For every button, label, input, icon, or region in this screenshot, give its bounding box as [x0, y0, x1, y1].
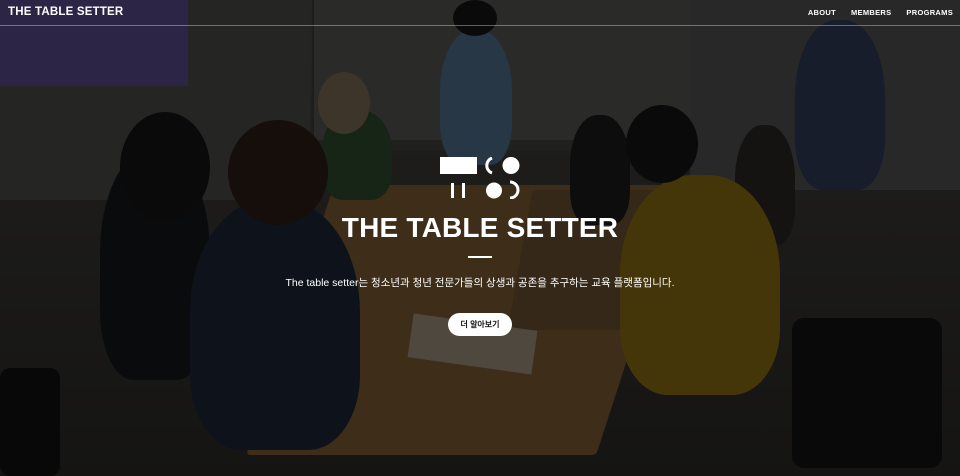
hero-divider — [468, 256, 492, 258]
brand-logo-text[interactable]: THE TABLE SETTER — [8, 6, 123, 18]
hero-tagline: The table setter는 청소년과 청년 전문가들의 상생과 공존을 … — [285, 277, 675, 289]
hero-title: THE TABLE SETTER — [341, 212, 619, 243]
top-navbar: THE TABLE SETTER ABOUT MEMBERS PROGRAMS — [0, 0, 960, 26]
learn-more-button[interactable]: 더 알아보기 — [448, 313, 512, 336]
nav-link-programs[interactable]: PROGRAMS — [906, 8, 953, 17]
nav-menu: ABOUT MEMBERS PROGRAMS — [808, 8, 953, 17]
nav-link-members[interactable]: MEMBERS — [851, 8, 891, 17]
nav-link-about[interactable]: ABOUT — [808, 8, 836, 17]
table-setter-logo-icon — [440, 157, 520, 199]
